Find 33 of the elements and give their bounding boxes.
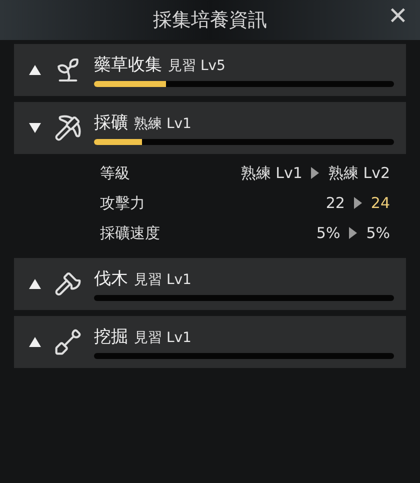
stat-label: 攻擊力 [100, 192, 146, 214]
close-button[interactable]: ✕ [388, 4, 408, 28]
skill-row[interactable]: 藥草收集 見習 Lv5 [14, 44, 406, 96]
expand-triangle-icon[interactable] [28, 336, 42, 348]
skill-name: 伐木 [94, 268, 128, 291]
skill-name: 藥草收集 [94, 54, 162, 77]
stat-next: 24 [370, 192, 390, 214]
arrow-icon [310, 166, 320, 180]
expand-triangle-icon[interactable] [28, 278, 42, 290]
axe-icon [54, 270, 82, 298]
stat-next: 5% [366, 222, 390, 244]
skill-row[interactable]: 採礦 熟練 Lv1 [14, 102, 406, 154]
skill-name: 挖掘 [94, 326, 128, 349]
stat-next: 熟練 Lv2 [328, 162, 390, 184]
stat-label: 等級 [100, 162, 131, 184]
arrow-icon [352, 196, 363, 210]
pickaxe-icon [54, 114, 82, 142]
stat-current: 熟練 Lv1 [240, 162, 302, 184]
skill-row[interactable]: 伐木 見習 Lv1 [14, 258, 406, 310]
expand-triangle-icon[interactable] [28, 64, 42, 76]
skill-rank: 見習 Lv1 [134, 328, 192, 348]
skill-rank: 見習 Lv5 [168, 56, 226, 76]
arrow-icon [348, 226, 358, 240]
stat-label: 採礦速度 [100, 222, 161, 244]
collapse-triangle-icon[interactable] [28, 122, 42, 134]
skill-rank: 熟練 Lv1 [134, 114, 192, 134]
stat-current: 5% [316, 222, 340, 244]
shovel-icon [54, 328, 82, 356]
skill-row[interactable]: 挖掘 見習 Lv1 [14, 316, 406, 368]
skill-name: 採礦 [94, 112, 128, 135]
skill-rank: 見習 Lv1 [134, 270, 192, 290]
window-title: 採集培養資訊 [153, 8, 267, 33]
stat-current: 22 [326, 192, 345, 214]
